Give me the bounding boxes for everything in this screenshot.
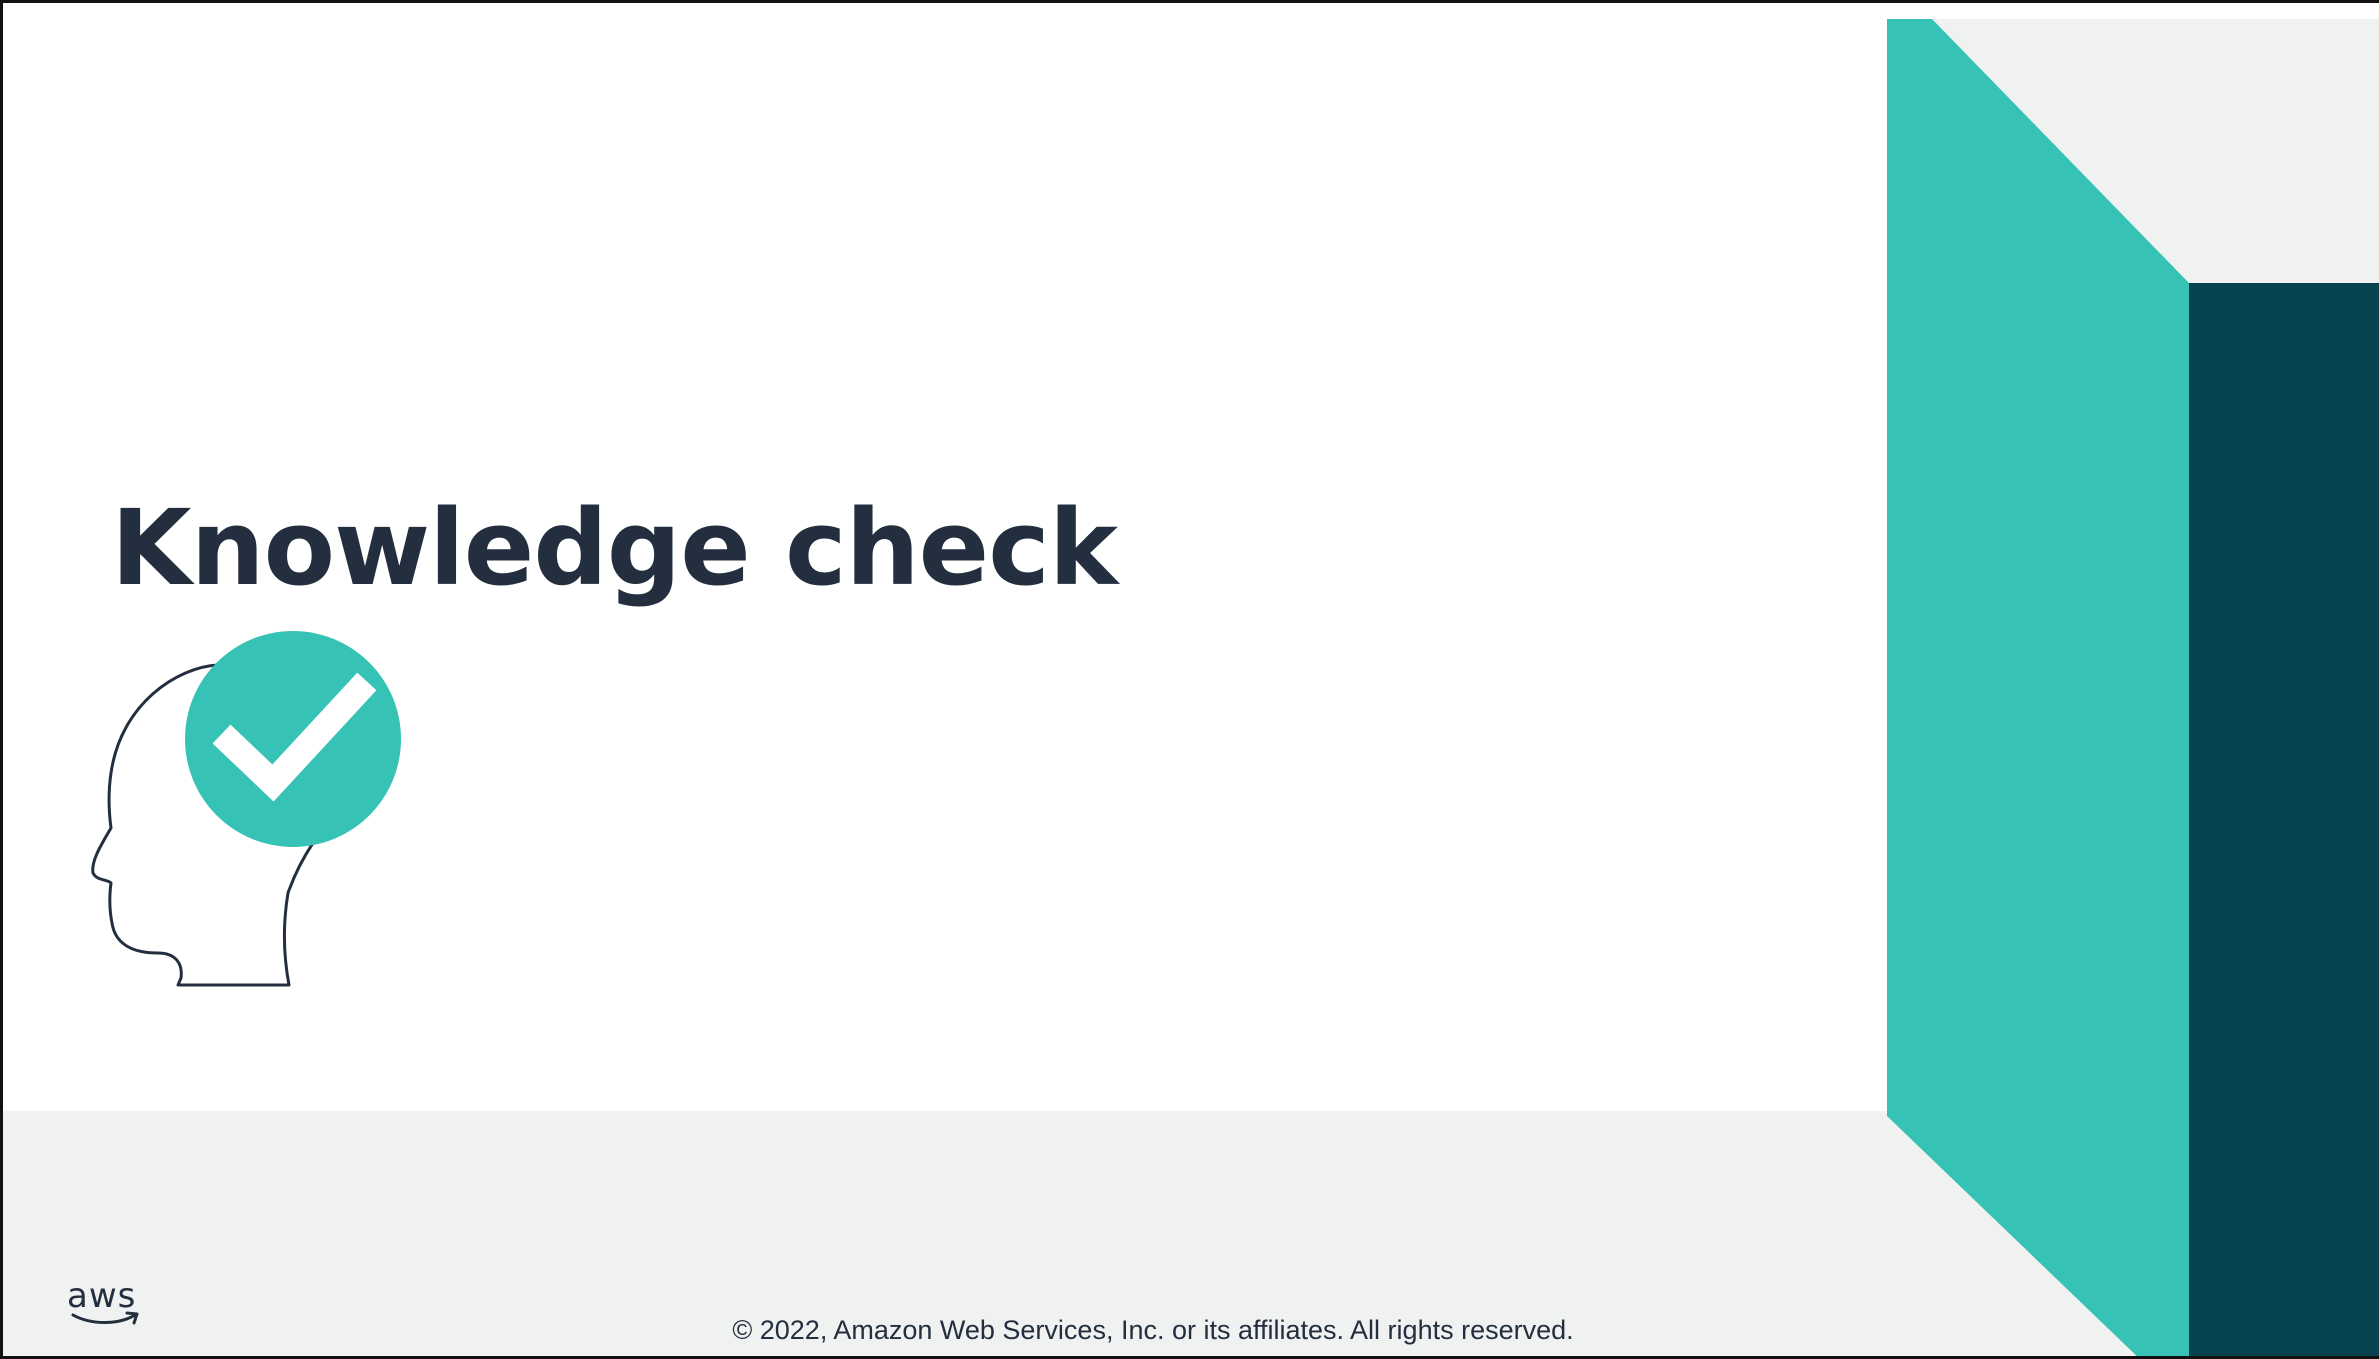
dark-teal-panel	[2189, 283, 2379, 1356]
aws-logo-text: aws	[67, 1276, 137, 1316]
copyright-text: © 2022, Amazon Web Services, Inc. or its…	[732, 1315, 1574, 1345]
slide: Knowledge check aws © 2022, Amazon Web S…	[0, 0, 2379, 1359]
head-with-checkmark-icon	[91, 631, 401, 987]
slide-title: Knowledge check	[111, 487, 1118, 609]
